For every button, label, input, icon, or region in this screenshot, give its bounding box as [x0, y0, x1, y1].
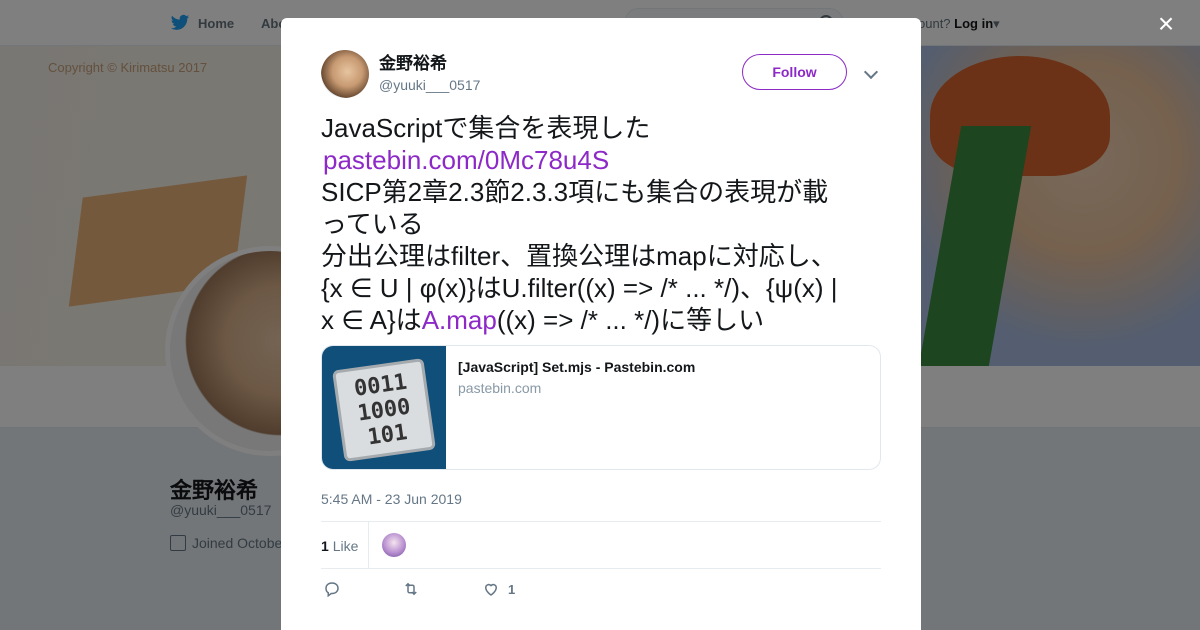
card-title[interactable]: [JavaScript] Set.mjs - Pastebin.com [458, 358, 695, 376]
card-thumbnail[interactable]: 0011 1000 101 [322, 346, 446, 469]
link-preview-card[interactable]: 0011 1000 101 [JavaScript] Set.mjs - Pas… [321, 345, 881, 470]
heart-icon [484, 583, 498, 596]
tweet-stats: 1 Like [321, 521, 881, 569]
tweet-text-segment: x ∈ A}は [321, 305, 422, 335]
like-button[interactable]: 1 [482, 580, 515, 598]
tweet-text: JavaScriptで集合を表現した pastebin.com/0Mc78u4S… [321, 112, 881, 336]
tweet-line: JavaScriptで集合を表現した [321, 113, 651, 143]
card-domain: pastebin.com [458, 380, 542, 396]
author-handle[interactable]: @yuuki___0517 [379, 75, 480, 95]
like-action-count: 1 [508, 581, 516, 597]
likes-label: Like [332, 538, 359, 554]
retweet-icon [405, 582, 417, 596]
card-thumb-text: 0011 1000 101 [352, 369, 413, 451]
follow-button[interactable]: Follow [742, 54, 847, 90]
tweet-timestamp[interactable]: 5:45 AM - 23 Jun 2019 [321, 491, 462, 507]
likes-count[interactable]: 1 Like [321, 538, 358, 554]
binary-file-icon: 0011 1000 101 [332, 358, 436, 462]
reply-icon [325, 582, 339, 598]
stats-divider [368, 522, 369, 569]
tweet-line: 分出公理はfilter、置換公理はmapに対応し、 [321, 241, 837, 271]
author-avatar[interactable] [321, 50, 369, 98]
liker-avatar[interactable] [382, 533, 406, 557]
reply-button[interactable] [323, 580, 341, 598]
tweet-text-segment: ((x) => /* ... */)に等しい [496, 305, 765, 335]
tweet-modal: 金野裕希 @yuuki___0517 Follow JavaScriptで集合を… [281, 18, 921, 630]
likes-number: 1 [321, 538, 329, 554]
tweet-line: SICP第2章2.3節2.3.3項にも集合の表現が載 [321, 177, 829, 207]
close-button[interactable]: × [1152, 10, 1180, 38]
author-name[interactable]: 金野裕希 [379, 53, 480, 75]
tweet-inline-link[interactable]: A.map [422, 305, 497, 335]
retweet-button[interactable] [402, 580, 420, 598]
chevron-down-icon[interactable] [863, 64, 879, 80]
tweet-link[interactable]: pastebin.com/0Mc78u4S [321, 144, 881, 176]
tweet-line: {x ∈ U | φ(x)}はU.filter((x) => /* ... */… [321, 273, 838, 303]
tweet-actions: 1 [321, 580, 881, 604]
tweet-author[interactable]: 金野裕希 @yuuki___0517 [321, 50, 480, 98]
card-body[interactable]: [JavaScript] Set.mjs - Pastebin.com past… [446, 346, 707, 469]
tweet-line: っている [321, 209, 424, 239]
tweet-line: x ∈ A}はA.map((x) => /* ... */)に等しい [321, 304, 881, 336]
